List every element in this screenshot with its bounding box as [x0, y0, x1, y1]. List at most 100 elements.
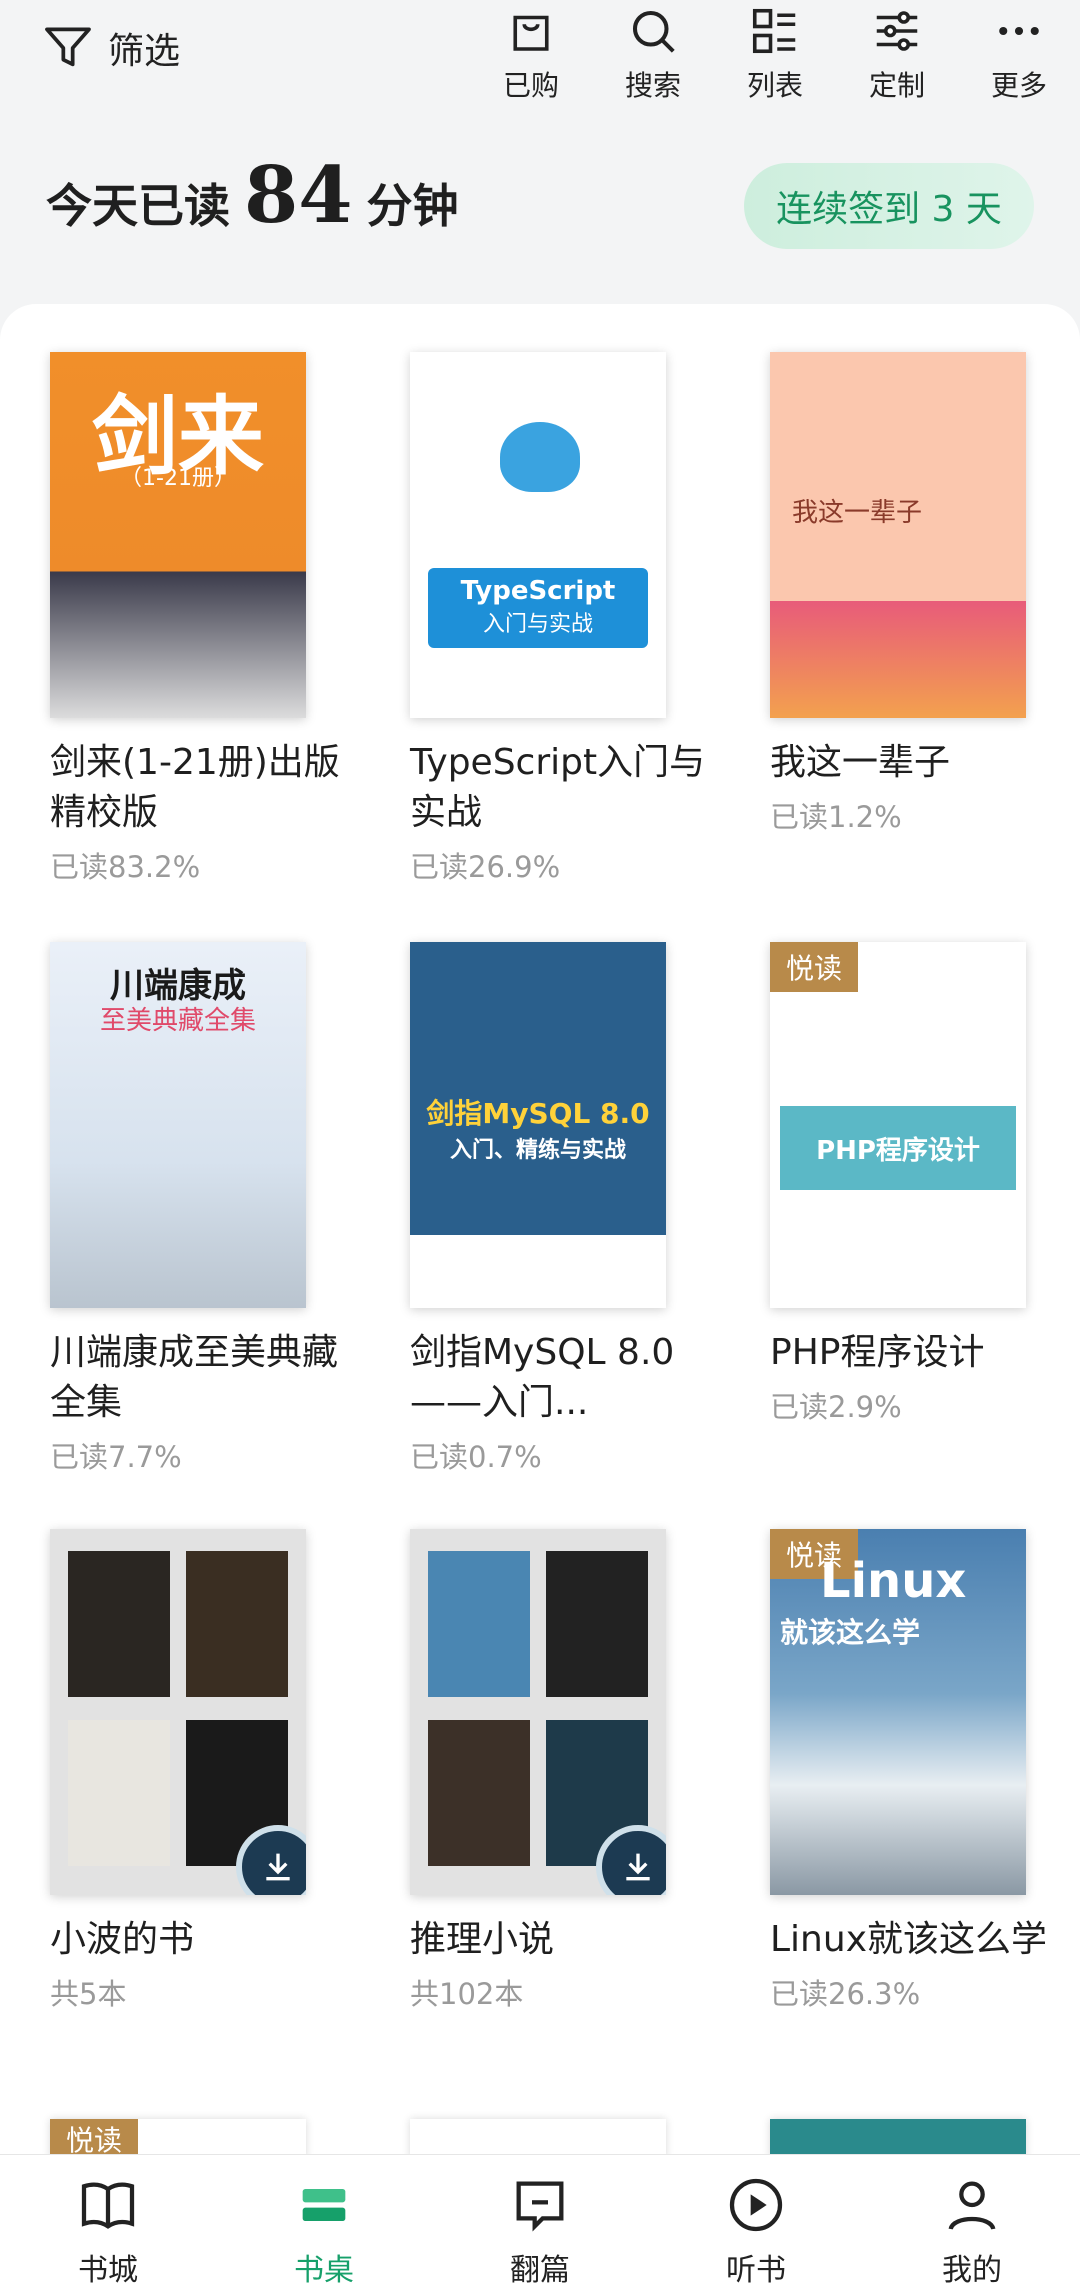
book-cover: 剑指MySQL 8.0 入门、精练与实战	[410, 942, 666, 1308]
book-cover-partial[interactable]	[410, 2119, 666, 2154]
cover-title: TypeScript	[460, 576, 616, 606]
desk-icon	[302, 2189, 346, 2221]
more-button[interactable]: 更多	[984, 4, 1054, 104]
book-progress: 已读26.3%	[770, 1977, 921, 2011]
search-label: 搜索	[624, 69, 681, 102]
today-suffix: 分钟	[366, 179, 459, 233]
nav-label: 书桌	[294, 2253, 354, 2288]
book-title: 剑来(1-21册)出版精校版	[50, 742, 340, 833]
book-item[interactable]: 我这一辈子 我这一辈子 已读1.2%	[770, 352, 1026, 836]
folder-thumb	[428, 1720, 530, 1866]
book-progress: 已读1.2%	[770, 800, 902, 834]
list-view-button[interactable]: 列表	[740, 4, 810, 104]
download-icon	[266, 1853, 290, 1881]
book-item[interactable]: TypeScript 入门与实战 TypeScript入门与实战 已读26.9%	[410, 352, 705, 886]
cover-subtitle: 就该这么学	[780, 1616, 921, 1649]
chat-card-icon	[516, 2181, 564, 2232]
folder-cover	[410, 1529, 666, 1895]
book-cover: TypeScript 入门与实战	[410, 352, 666, 718]
play-icon	[729, 2178, 783, 2232]
cover-title: Linux	[820, 1553, 967, 1609]
cover-subtitle: 入门、精练与实战	[449, 1138, 626, 1163]
nav-label: 我的	[942, 2253, 1002, 2288]
nav-listen[interactable]: 听书	[648, 2155, 864, 2294]
book-folder[interactable]: 小波的书 共5本	[50, 1529, 306, 2013]
today-reading: 今天已读 84 分钟	[46, 150, 459, 241]
book-progress: 已读2.9%	[770, 1390, 902, 1424]
nav-bookstore[interactable]: 书城	[0, 2155, 216, 2294]
book-item[interactable]: 剑指MySQL 8.0 入门、精练与实战 剑指MySQL 8.0——入门... …	[410, 942, 674, 1476]
book-progress: 已读83.2%	[50, 850, 201, 884]
book-cover-partial[interactable]	[770, 2119, 1026, 2154]
search-button[interactable]: 搜索	[618, 4, 688, 104]
book-title: PHP程序设计	[770, 1332, 985, 1373]
today-prefix: 今天已读	[46, 179, 230, 233]
dolphin-icon	[500, 422, 580, 492]
book-item[interactable]: 剑来 （1-21册） 剑来(1-21册)出版精校版 已读83.2%	[50, 352, 340, 886]
nav-flip[interactable]: 翻篇	[432, 2155, 648, 2294]
filter-icon	[45, 27, 91, 67]
book-cover: 剑来 （1-21册）	[50, 352, 306, 718]
nav-desk[interactable]: 书桌	[216, 2155, 432, 2294]
book-item[interactable]: 川端康成 至美典藏全集 川端康成至美典藏全集 已读7.7%	[50, 942, 338, 1476]
filter-label: 筛选	[108, 31, 181, 72]
search-icon	[632, 10, 675, 53]
today-minutes: 84	[244, 150, 353, 241]
cover-subtitle: 入门与实战	[482, 612, 593, 637]
book-folder[interactable]: 推理小说 共102本	[410, 1529, 666, 2013]
nav-label: 书城	[78, 2253, 138, 2288]
bookshelf-panel: 剑来 （1-21册） 剑来(1-21册)出版精校版 已读83.2% TypeSc…	[0, 304, 1080, 2154]
purchased-button[interactable]: 已购	[496, 4, 566, 104]
book-cover: 我这一辈子	[770, 352, 1026, 718]
bag-icon	[513, 15, 549, 51]
folder-count: 共5本	[50, 1977, 127, 2011]
book-cover: 川端康成 至美典藏全集	[50, 942, 306, 1308]
nav-me[interactable]: 我的	[864, 2155, 1080, 2294]
book-title: 川端康成至美典藏全集	[50, 1332, 339, 1423]
more-icon	[999, 26, 1039, 36]
folder-count: 共102本	[410, 1977, 524, 2011]
book-title: TypeScript入门与实战	[410, 742, 706, 833]
book-title: Linux就该这么学	[770, 1919, 1047, 1960]
book-cover: 悦读 PHP程序设计	[770, 942, 1026, 1308]
cover-banner: TypeScript 入门与实战	[428, 568, 648, 648]
filter-button[interactable]: 筛选	[40, 16, 180, 80]
yuedu-badge: 悦读	[50, 2119, 138, 2154]
cover-title: PHP程序设计	[780, 1106, 1016, 1190]
book-item[interactable]: 悦读 PHP程序设计 PHP程序设计 已读2.9%	[770, 942, 1026, 1426]
sliders-icon	[876, 11, 918, 51]
folder-title: 小波的书	[50, 1919, 195, 1960]
purchased-label: 已购	[502, 69, 559, 102]
yuedu-badge: 悦读	[770, 942, 858, 992]
book-item[interactable]: 悦读 Linux 就该这么学 Linux就该这么学 已读26.3%	[770, 1529, 1047, 2013]
book-title: 剑指MySQL 8.0——入门...	[410, 1332, 675, 1423]
checkin-streak-button[interactable]: 连续签到 3 天	[744, 163, 1034, 249]
book-title: 我这一辈子	[770, 742, 951, 783]
book-progress: 已读26.9%	[410, 850, 561, 884]
cover-title: 我这一辈子	[792, 498, 923, 528]
cover-title: 剑指MySQL 8.0	[426, 1097, 650, 1130]
cover-subtitle: 至美典藏全集	[99, 1006, 256, 1036]
folder-title: 推理小说	[410, 1919, 555, 1960]
folder-thumb	[68, 1720, 170, 1866]
top-bar: 筛选 已购 搜索 列表 定制 更多	[0, 0, 1080, 130]
list-icon	[752, 8, 796, 54]
bottom-nav: 书城 书桌 翻篇 听书 我的	[0, 2154, 1080, 2294]
book-progress: 已读0.7%	[410, 1440, 542, 1474]
download-icon	[626, 1853, 650, 1881]
nav-label: 听书	[726, 2253, 786, 2288]
list-label: 列表	[746, 69, 803, 102]
book-cover: 悦读 Linux 就该这么学	[770, 1529, 1026, 1895]
book-cover-partial[interactable]: 悦读	[50, 2119, 306, 2154]
folder-thumb	[546, 1551, 648, 1697]
book-icon	[81, 2182, 135, 2229]
book-progress: 已读7.7%	[50, 1440, 182, 1474]
folder-thumb	[186, 1551, 288, 1697]
cover-subtitle: （1-21册）	[120, 466, 236, 491]
customize-button[interactable]: 定制	[862, 4, 932, 104]
user-icon	[948, 2181, 996, 2230]
folder-thumb	[428, 1551, 530, 1697]
nav-label: 翻篇	[510, 2253, 570, 2288]
folder-thumb	[68, 1551, 170, 1697]
more-label: 更多	[990, 69, 1047, 102]
